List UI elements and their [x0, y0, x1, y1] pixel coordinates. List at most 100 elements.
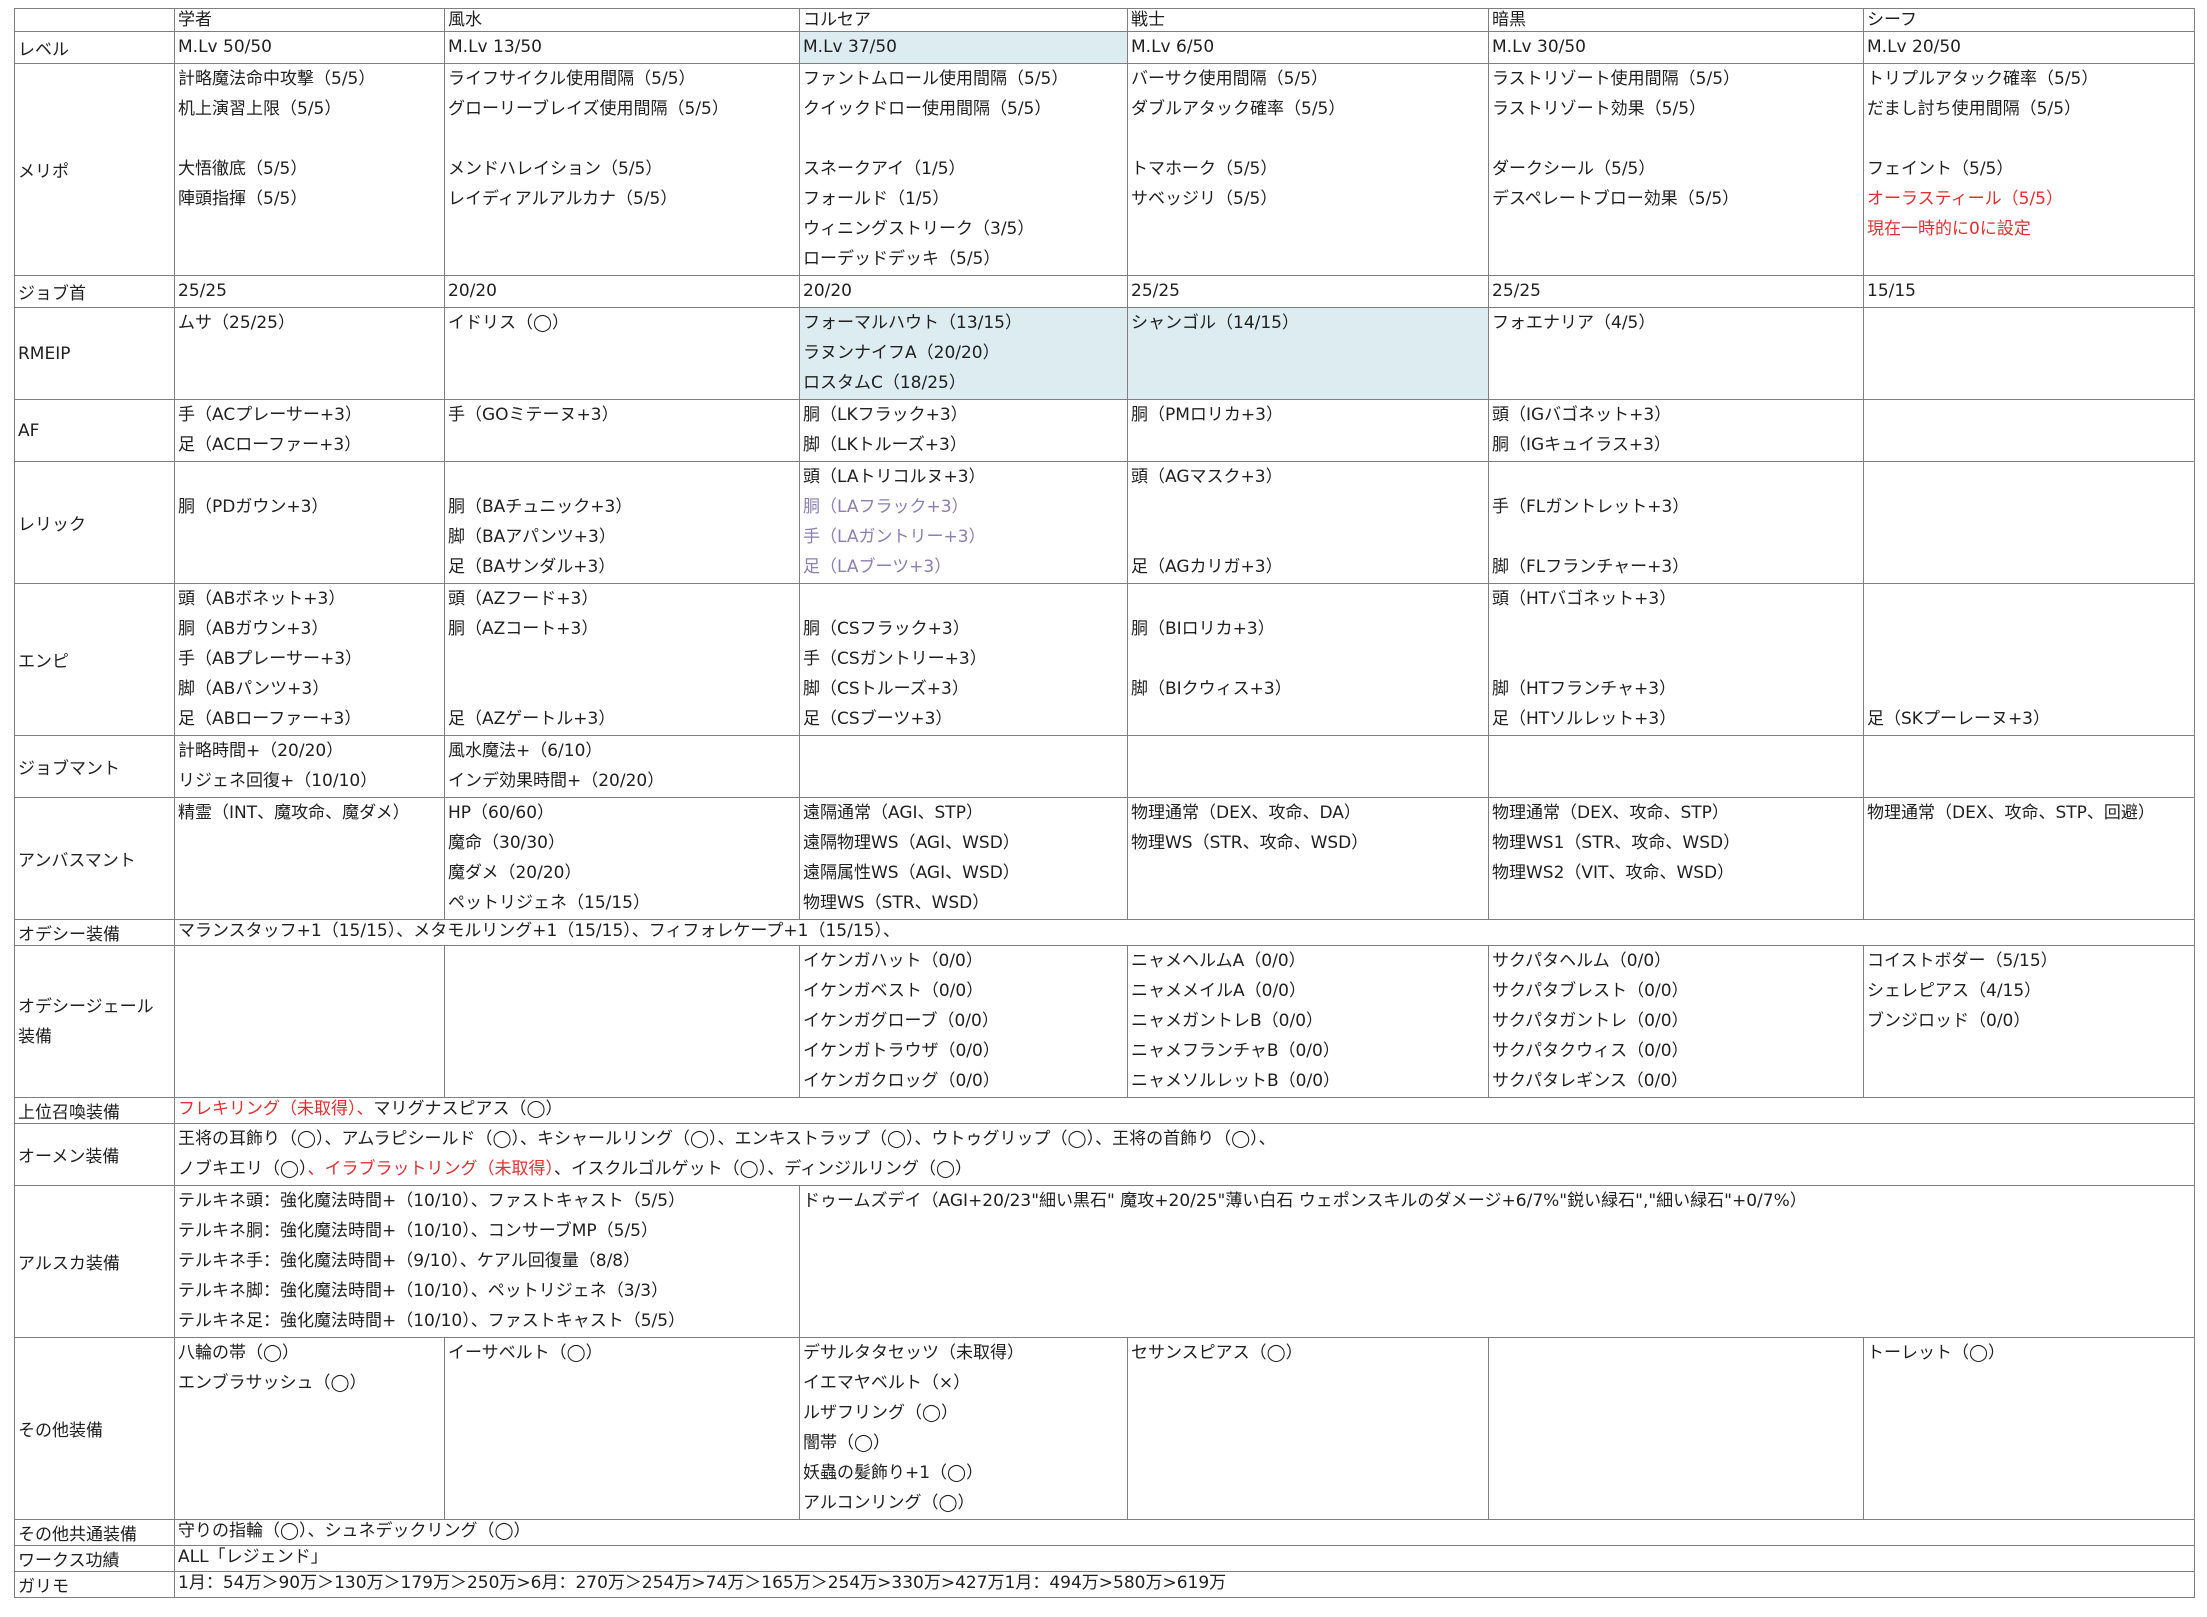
table-cell[interactable]: M.Lv 13/50: [444, 31, 800, 64]
table-cell[interactable]: 手（ACプレーサー+3） 足（ACローファー+3）: [174, 399, 445, 462]
row-label[interactable]: RMEIP: [14, 307, 175, 400]
row-label[interactable]: オデシージェール 装備: [14, 945, 175, 1098]
row-label[interactable]: その他装備: [14, 1337, 175, 1520]
table-cell[interactable]: バーサク使用間隔（5/5） ダブルアタック確率（5/5） トマホーク（5/5） サベッ…: [1127, 63, 1489, 276]
table-cell[interactable]: [1488, 1337, 1864, 1520]
table-cell[interactable]: [799, 735, 1128, 798]
row-label[interactable]: オーメン装備: [14, 1123, 175, 1186]
row-label[interactable]: レベル: [14, 31, 175, 64]
table-cell[interactable]: [174, 945, 445, 1098]
table-cell[interactable]: 胴（CSフラック+3） 手（CSガントリー+3） 脚（CSトルーズ+3） 足（CSブー…: [799, 583, 1128, 736]
column-header[interactable]: 学者: [174, 8, 445, 32]
table-cell[interactable]: 胴（LKフラック+3） 脚（LKトルーズ+3）: [799, 399, 1128, 462]
table-cell[interactable]: [1127, 735, 1489, 798]
table-cell[interactable]: 八輪の帯（◯） エンブラサッシュ（◯）: [174, 1337, 445, 1520]
column-header[interactable]: 風水: [444, 8, 800, 32]
table-cell[interactable]: 手（FLガントレット+3） 脚（FLフランチャー+3）: [1488, 461, 1864, 584]
table-cell[interactable]: [1863, 307, 2195, 400]
table-cell[interactable]: フォーマルハウト（13/15） ラヌンナイフA（20/20） ロスタムC（18/25…: [799, 307, 1128, 400]
table-cell[interactable]: 計略魔法命中攻撃（5/5） 机上演習上限（5/5） 大悟徹底（5/5） 陣頭指揮（5/…: [174, 63, 445, 276]
table-cell[interactable]: 手（GOミテーヌ+3）: [444, 399, 800, 462]
table-cell[interactable]: ALL「レジェンド」: [174, 1545, 2195, 1572]
table-cell[interactable]: フォエナリア（4/5）: [1488, 307, 1864, 400]
table-cell[interactable]: 胴（PDガウン+3）: [174, 461, 445, 584]
table-cell[interactable]: 胴（BIロリカ+3） 脚（BIクウィス+3）: [1127, 583, 1489, 736]
table-cell[interactable]: 物理通常（DEX、攻命、DA） 物理WS（STR、攻命、WSD）: [1127, 797, 1489, 920]
table-cell[interactable]: 25/25: [1488, 275, 1864, 308]
table-cell[interactable]: フレキリング（未取得）、マリグナスピアス（◯）: [174, 1097, 2195, 1124]
table-cell[interactable]: イケンガハット（0/0） イケンガベスト（0/0） イケンガグローブ（0/0） イケン…: [799, 945, 1128, 1098]
row-label[interactable]: ワークス功績: [14, 1545, 175, 1572]
table-cell[interactable]: 王将の耳飾り（◯）、アムラピシールド（◯）、キシャールリング（◯）、エンキストラ…: [174, 1123, 2195, 1186]
table-cell[interactable]: M.Lv 37/50: [799, 31, 1128, 64]
table-cell[interactable]: 20/20: [444, 275, 800, 308]
column-header[interactable]: シーフ: [1863, 8, 2195, 32]
row-label[interactable]: アルスカ装備: [14, 1185, 175, 1338]
table-cell[interactable]: HP（60/60） 魔命（30/30） 魔ダメ（20/20） ペットリジェネ（15/1…: [444, 797, 800, 920]
column-header[interactable]: 暗黒: [1488, 8, 1864, 32]
table-cell[interactable]: 計略時間+（20/20） リジェネ回復+（10/10）: [174, 735, 445, 798]
table-cell[interactable]: [1863, 461, 2195, 584]
table-cell[interactable]: ライフサイクル使用間隔（5/5） グローリーブレイズ使用間隔（5/5） メンドハレイ…: [444, 63, 800, 276]
row-label[interactable]: その他共通装備: [14, 1519, 175, 1546]
row-label[interactable]: レリック: [14, 461, 175, 584]
table-cell[interactable]: 頭（HTバゴネット+3） 脚（HTフランチャ+3） 足（HTソルレット+3）: [1488, 583, 1864, 736]
table-cell[interactable]: M.Lv 20/50: [1863, 31, 2195, 64]
table-cell[interactable]: 風水魔法+（6/10） インデ効果時間+（20/20）: [444, 735, 800, 798]
table-cell[interactable]: ラストリゾート使用間隔（5/5） ラストリゾート効果（5/5） ダークシール（5/5…: [1488, 63, 1864, 276]
table-cell[interactable]: 守りの指輪（◯）、シュネデックリング（◯）: [174, 1519, 2195, 1546]
table-cell[interactable]: マランスタッフ+1（15/15）、メタモルリング+1（15/15）、フィフォレケ…: [174, 919, 2195, 946]
table-cell[interactable]: 1月：54万＞90万＞130万＞179万＞250万>6月：270万＞254万>7…: [174, 1571, 2195, 1598]
table-cell[interactable]: 25/25: [1127, 275, 1489, 308]
table-cell[interactable]: 20/20: [799, 275, 1128, 308]
table-cell[interactable]: 精霊（INT、魔攻命、魔ダメ）: [174, 797, 445, 920]
table-cell[interactable]: [1488, 735, 1864, 798]
row-label[interactable]: アンバスマント: [14, 797, 175, 920]
table-cell[interactable]: テルキネ頭：強化魔法時間+（10/10）、ファストキャスト（5/5） テルキネ胴：…: [174, 1185, 800, 1338]
column-header[interactable]: 戦士: [1127, 8, 1489, 32]
table-cell[interactable]: シャンゴル（14/15）: [1127, 307, 1489, 400]
table-cell[interactable]: 物理通常（DEX、攻命、STP、回避）: [1863, 797, 2195, 920]
row-label[interactable]: オデシー装備: [14, 919, 175, 946]
table-cell[interactable]: コイストボダー（5/15） シェレピアス（4/15） ブンジロッド（0/0）: [1863, 945, 2195, 1098]
table-cell[interactable]: [1863, 735, 2195, 798]
cell-line: 物理通常（DEX、攻命、DA）: [1131, 803, 1361, 823]
table-cell[interactable]: M.Lv 50/50: [174, 31, 445, 64]
table-cell[interactable]: ニャメヘルムA（0/0） ニャメメイルA（0/0） ニャメガントレB（0/0） ニャメ…: [1127, 945, 1489, 1098]
table-cell[interactable]: [1863, 399, 2195, 462]
corner-cell[interactable]: [14, 8, 175, 32]
table-cell[interactable]: ドゥームズデイ（AGI+20/23"細い黒石" 魔攻+20/25"薄い白石 ウェ…: [799, 1185, 2195, 1338]
table-cell[interactable]: ムサ（25/25）: [174, 307, 445, 400]
table-cell[interactable]: サクパタヘルム（0/0） サクパタブレスト（0/0） サクパタガントレ（0/0） サク…: [1488, 945, 1864, 1098]
table-cell[interactable]: トリプルアタック確率（5/5） だまし討ち使用間隔（5/5） フェイント（5/5） オ…: [1863, 63, 2195, 276]
table-cell[interactable]: 頭（LAトリコルヌ+3） 胴（LAフラック+3） 手（LAガントリー+3） 足（LAブ…: [799, 461, 1128, 584]
table-cell[interactable]: [444, 945, 800, 1098]
row-label[interactable]: 上位召喚装備: [14, 1097, 175, 1124]
table-cell[interactable]: イドリス（◯）: [444, 307, 800, 400]
row-label[interactable]: ジョブ首: [14, 275, 175, 308]
column-header[interactable]: コルセア: [799, 8, 1128, 32]
table-cell[interactable]: 頭（AZフード+3） 胴（AZコート+3） 足（AZゲートル+3）: [444, 583, 800, 736]
row-label[interactable]: ガリモ: [14, 1571, 175, 1598]
table-cell[interactable]: セサンスピアス（◯）: [1127, 1337, 1489, 1520]
table-cell[interactable]: 胴（PMロリカ+3）: [1127, 399, 1489, 462]
table-cell[interactable]: 物理通常（DEX、攻命、STP） 物理WS1（STR、攻命、WSD） 物理WS2（V…: [1488, 797, 1864, 920]
table-cell[interactable]: 頭（AGマスク+3） 足（AGカリガ+3）: [1127, 461, 1489, 584]
table-cell[interactable]: 足（SKプーレーヌ+3）: [1863, 583, 2195, 736]
table-cell[interactable]: M.Lv 6/50: [1127, 31, 1489, 64]
table-cell[interactable]: ファントムロール使用間隔（5/5） クイックドロー使用間隔（5/5） スネークアイ（…: [799, 63, 1128, 276]
table-cell[interactable]: 頭（IGバゴネット+3） 胴（IGキュイラス+3）: [1488, 399, 1864, 462]
table-cell[interactable]: イーサベルト（◯）: [444, 1337, 800, 1520]
row-label[interactable]: AF: [14, 399, 175, 462]
table-cell[interactable]: 遠隔通常（AGI、STP） 遠隔物理WS（AGI、WSD） 遠隔属性WS（AGI、W…: [799, 797, 1128, 920]
row-label[interactable]: メリポ: [14, 63, 175, 276]
table-cell[interactable]: 頭（ABボネット+3） 胴（ABガウン+3） 手（ABプレーサー+3） 脚（ABパンツ…: [174, 583, 445, 736]
row-label[interactable]: エンピ: [14, 583, 175, 736]
row-label[interactable]: ジョブマント: [14, 735, 175, 798]
table-cell[interactable]: 胴（BAチュニック+3） 脚（BAアパンツ+3） 足（BAサンダル+3）: [444, 461, 800, 584]
table-cell[interactable]: 15/15: [1863, 275, 2195, 308]
table-cell[interactable]: 25/25: [174, 275, 445, 308]
table-cell[interactable]: M.Lv 30/50: [1488, 31, 1864, 64]
table-cell[interactable]: デサルタタセッツ（未取得） イエマヤベルト（×） ルザフリング（◯） 闇帯（◯） 妖蟲の…: [799, 1337, 1128, 1520]
table-cell[interactable]: トーレット（◯）: [1863, 1337, 2195, 1520]
